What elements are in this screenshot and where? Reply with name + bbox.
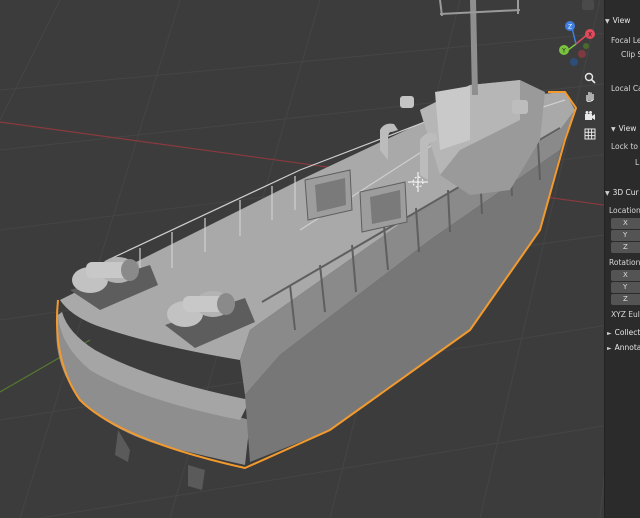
expand-triangle-icon: ▼ xyxy=(611,126,616,133)
camera-icon[interactable] xyxy=(580,106,600,126)
expand-triangle-icon: ▼ xyxy=(605,18,610,25)
annotations-header-label: Annota xyxy=(614,343,640,352)
expand-triangle-icon: ▼ xyxy=(605,190,610,197)
lock-l-label: L xyxy=(635,158,640,167)
rotation-label: Rotation xyxy=(609,258,640,267)
local-camera-label: Local Cam xyxy=(611,84,640,93)
axis-z-label: Z xyxy=(623,243,628,251)
lock-to-object-label: Lock to O xyxy=(611,142,640,151)
rotation-mode-dropdown[interactable]: XYZ Eule xyxy=(611,310,640,319)
rotation-x-field[interactable]: X xyxy=(611,270,640,281)
rotation-z-field[interactable]: Z xyxy=(611,294,640,305)
cursor-header-label: 3D Cur xyxy=(612,188,639,197)
panel-header-3d-cursor[interactable]: ▼ 3D Cur xyxy=(605,188,639,197)
navigation-buttons xyxy=(580,0,602,150)
panel-header-view[interactable]: ▼ View xyxy=(605,16,630,25)
sidebar-panel: ▼View Focal Len Clip S Local Cam ▼View L… xyxy=(604,0,640,518)
zoom-icon[interactable] xyxy=(580,68,600,88)
mast xyxy=(470,0,478,95)
view-header-label: View xyxy=(612,16,631,25)
location-label: Location: xyxy=(609,206,640,215)
axis-y-label: Y xyxy=(623,231,628,239)
clip-start-label: Clip S xyxy=(621,50,640,59)
axis-y-label: Y xyxy=(623,283,628,291)
hand-icon[interactable] xyxy=(580,86,600,106)
axis-z-label: Z xyxy=(623,295,628,303)
collections-header-label: Collect xyxy=(614,328,640,337)
location-x-field[interactable]: X xyxy=(611,218,640,229)
collapsed-triangle-icon: ► xyxy=(607,345,612,352)
boat-model[interactable] xyxy=(55,0,578,490)
rotation-y-field[interactable]: Y xyxy=(611,282,640,293)
viewport-scene[interactable] xyxy=(0,0,640,518)
panel-header-collections[interactable]: ► Collect xyxy=(607,328,640,337)
gizmo-y-label: Y xyxy=(561,48,566,55)
grid-icon[interactable] xyxy=(580,124,600,144)
axis-x-label: X xyxy=(623,219,628,227)
gizmo-z-label: Z xyxy=(568,24,572,31)
panel-header-view-lock[interactable]: ▼ View xyxy=(611,124,636,133)
location-y-field[interactable]: Y xyxy=(611,230,640,241)
3d-viewport[interactable]: X Y Z ▼View Focal Len Clip S Local Cam ▼… xyxy=(0,0,640,518)
location-z-field[interactable]: Z xyxy=(611,242,640,253)
panel-header-annotations[interactable]: ► Annota xyxy=(607,343,640,352)
view-lock-header-label: View xyxy=(618,124,637,133)
axis-x-label: X xyxy=(623,271,628,279)
focal-length-label: Focal Len xyxy=(611,36,640,45)
collapsed-triangle-icon: ► xyxy=(607,330,612,337)
